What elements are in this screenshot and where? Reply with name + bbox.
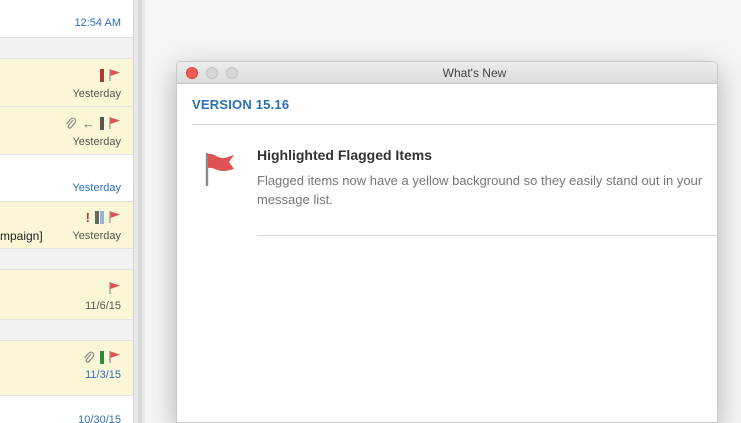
message-time: Yesterday <box>72 88 121 100</box>
category-color-icon <box>100 68 104 82</box>
list-item[interactable]: ! mpaign] Yesterday <box>0 202 133 249</box>
flag-icon <box>205 152 234 186</box>
list-item[interactable]: 10/30/15 <box>0 396 133 423</box>
message-time: 10/30/15 <box>78 414 121 423</box>
message-list: 12:54 AM Yesterday ← Yesterday Yesterday… <box>0 0 133 423</box>
list-item[interactable]: Yesterday <box>0 59 133 107</box>
flag-icon[interactable] <box>109 69 121 81</box>
attachment-icon <box>84 351 95 363</box>
category-color-icon <box>100 350 104 364</box>
list-section-separator <box>0 320 133 341</box>
message-time: Yesterday <box>72 230 121 242</box>
divider <box>192 124 717 125</box>
dialog-title: What's New <box>442 66 507 80</box>
flag-icon[interactable] <box>109 211 121 223</box>
version-heading: VERSION 15.16 <box>192 97 290 112</box>
whats-new-dialog: What's New VERSION 15.16 Highlighted Fla… <box>176 61 718 423</box>
replied-icon: ← <box>82 115 95 131</box>
flag-icon[interactable] <box>109 351 121 363</box>
list-item[interactable]: 11/6/15 <box>0 270 133 320</box>
attachment-icon <box>66 117 77 129</box>
list-item[interactable]: 12:54 AM <box>0 0 133 38</box>
message-time: Yesterday <box>72 182 121 194</box>
list-section-separator <box>0 249 133 270</box>
dialog-titlebar[interactable]: What's New <box>177 62 717 84</box>
pane-divider[interactable] <box>133 0 145 423</box>
category-color-icon <box>100 210 104 224</box>
divider <box>257 235 717 236</box>
feature-description: Flagged items now have a yellow backgrou… <box>257 173 703 207</box>
list-item[interactable]: 11/3/15 <box>0 341 133 396</box>
message-time: 11/3/15 <box>85 369 121 381</box>
list-item[interactable]: Yesterday <box>0 155 133 202</box>
message-subject: mpaign] <box>0 229 43 243</box>
message-time: 11/6/15 <box>85 300 121 312</box>
message-time: Yesterday <box>72 136 121 148</box>
list-item[interactable]: ← Yesterday <box>0 107 133 155</box>
flag-icon[interactable] <box>109 282 121 294</box>
high-priority-icon: ! <box>85 209 90 225</box>
message-time: 12:54 AM <box>74 17 121 29</box>
category-color-icon <box>95 210 99 224</box>
list-section-separator <box>0 38 133 59</box>
feature-title: Highlighted Flagged Items <box>257 147 433 163</box>
category-color-icon <box>100 116 104 130</box>
flag-icon[interactable] <box>109 117 121 129</box>
